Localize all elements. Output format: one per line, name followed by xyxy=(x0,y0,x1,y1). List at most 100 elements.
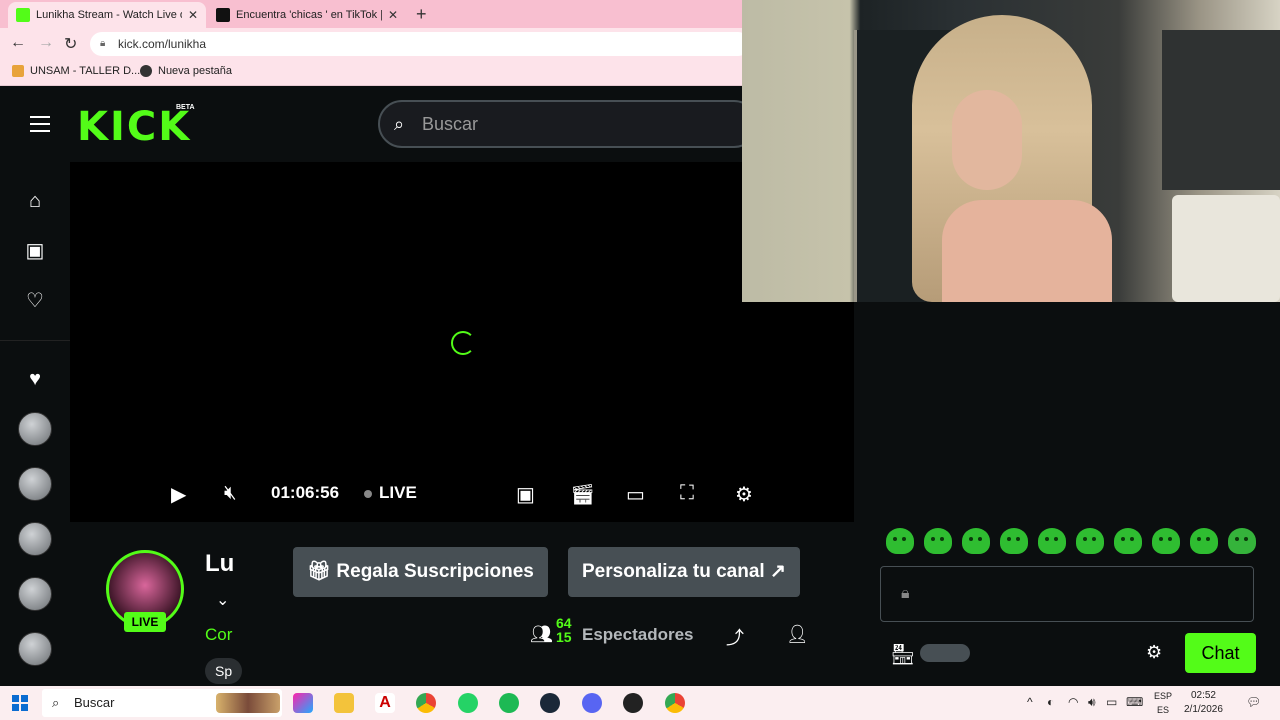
emote-icon[interactable] xyxy=(886,528,914,554)
webcam-person-face xyxy=(952,90,1022,190)
video-player[interactable] xyxy=(70,162,854,522)
lang-line: ESP xyxy=(1154,691,1173,701)
file-explorer-icon[interactable] xyxy=(334,693,354,713)
keyboard-icon[interactable]: ⌨ xyxy=(1126,695,1143,709)
chrome-icon[interactable] xyxy=(416,693,436,713)
new-tab-icon[interactable]: + xyxy=(416,4,427,25)
url-field[interactable]: 🔒︎ kick.com/lunikha xyxy=(90,32,750,56)
volume-icon[interactable]: 🔊︎ xyxy=(1088,695,1096,710)
battery-icon[interactable]: ▭ xyxy=(1106,695,1117,709)
emote-icon[interactable] xyxy=(1190,528,1218,554)
notifications-icon[interactable]: 💬︎ xyxy=(1246,695,1261,709)
close-tab-icon[interactable]: ✕ xyxy=(188,8,198,22)
gift-icon: 🎁︎ xyxy=(307,561,337,582)
channel-name[interactable]: Lu xyxy=(205,550,234,578)
followed-channel-avatar[interactable] xyxy=(18,577,52,611)
emote-icon[interactable] xyxy=(1076,528,1104,554)
address-bar-row: ← → ↻ 🔒︎ kick.com/lunikha xyxy=(0,28,750,60)
globe-icon xyxy=(140,65,152,77)
bookmark-favicon-icon xyxy=(12,65,24,77)
emote-icon[interactable] xyxy=(1000,528,1028,554)
stream-tag[interactable]: Sp xyxy=(205,658,243,684)
sidebar-divider xyxy=(0,340,70,341)
live-label: LIVE xyxy=(379,483,417,502)
emote-icon[interactable] xyxy=(924,528,952,554)
player-controls: ▶ 🔇︎ 01:06:56 LIVE ▣ 🎬︎ ▭ ⛶ ⚙ xyxy=(70,474,854,516)
following-heart-icon[interactable]: ♡ xyxy=(22,288,48,314)
chat-input[interactable]: 🔒︎ xyxy=(880,566,1254,622)
spotify-icon[interactable] xyxy=(499,693,519,713)
clock-time: 02:52 xyxy=(1190,690,1216,701)
followed-channel-avatar[interactable] xyxy=(18,632,52,666)
reload-icon[interactable]: ↻ xyxy=(64,34,77,54)
followed-channel-avatar[interactable] xyxy=(18,412,52,446)
emote-icon[interactable] xyxy=(962,528,990,554)
discord-icon[interactable] xyxy=(582,693,602,713)
gift-subscriptions-button[interactable]: 🎁︎ Regala Suscripciones xyxy=(293,547,548,597)
wifi-icon[interactable]: ◠ xyxy=(1068,695,1078,709)
category-link[interactable]: Cor xyxy=(205,625,232,645)
forward-icon[interactable]: → xyxy=(38,34,54,52)
tray-chevron-icon[interactable]: ^ xyxy=(1027,695,1033,709)
whatsapp-icon[interactable] xyxy=(458,693,478,713)
chevron-down-icon[interactable]: ⌄ xyxy=(216,590,229,610)
clock-date: 2/1/2026 xyxy=(1184,704,1223,715)
play-icon[interactable]: ▶ xyxy=(171,482,186,507)
search-input[interactable]: ⌕ Buscar xyxy=(378,100,758,148)
webcam-person-body xyxy=(942,200,1112,302)
emote-bar xyxy=(886,528,1256,554)
theater-mode-icon[interactable]: ▭ xyxy=(626,482,645,507)
search-icon: ⌕ xyxy=(394,114,405,134)
tab-kick[interactable]: Lunikha Stream - Watch Live on K ✕ xyxy=(8,2,206,28)
search-icon: ⌕ xyxy=(52,695,60,710)
tray-app-icon[interactable]: ◐ xyxy=(1047,695,1054,709)
external-link-icon: ↗ xyxy=(764,561,786,582)
back-icon[interactable]: ← xyxy=(10,34,26,52)
follow-user-icon[interactable]: 👤︎ xyxy=(786,624,809,645)
windows-start-icon[interactable] xyxy=(12,695,28,711)
mini-player-icon[interactable]: ▣ xyxy=(516,482,535,507)
followed-heart-icon: ♥ xyxy=(29,368,41,390)
viewer-count: 64 15 xyxy=(556,615,572,645)
beta-label: BETA xyxy=(176,104,195,111)
followed-channel-avatar[interactable] xyxy=(18,467,52,501)
fullscreen-icon[interactable]: ⛶ xyxy=(680,482,694,505)
chrome-active-icon[interactable] xyxy=(665,693,685,713)
share-icon[interactable]: ⤴ xyxy=(726,624,744,650)
app-icon[interactable] xyxy=(623,693,643,713)
tab-title: Lunikha Stream - Watch Live on K xyxy=(36,9,182,21)
bookmark-new-tab[interactable]: Nueva pestaña xyxy=(140,65,232,77)
browse-icon[interactable]: ▣ xyxy=(22,238,48,264)
emote-icon[interactable] xyxy=(1114,528,1142,554)
settings-icon[interactable]: ⚙ xyxy=(735,482,753,507)
points-pill[interactable] xyxy=(920,644,970,662)
input-language[interactable]: ESP ES xyxy=(1154,689,1172,717)
webcam-background xyxy=(1162,30,1280,190)
kick-logo[interactable]: KICK xyxy=(77,104,191,150)
emote-icon[interactable] xyxy=(1152,528,1180,554)
bookmarks-bar: UNSAM - TALLER D... Nueva pestaña xyxy=(0,60,742,86)
tab-title: Encuentra 'chicas ' en TikTok | Bu xyxy=(236,9,382,21)
chat-send-button[interactable]: Chat xyxy=(1185,633,1256,673)
emote-icon[interactable] xyxy=(1228,528,1256,554)
bookmark-unsam[interactable]: UNSAM - TALLER D... xyxy=(12,65,140,77)
clip-icon[interactable]: 🎬︎ xyxy=(570,482,595,507)
close-tab-icon[interactable]: ✕ xyxy=(388,8,398,22)
loading-spinner-icon xyxy=(451,331,475,355)
steam-icon[interactable] xyxy=(540,693,560,713)
home-icon[interactable]: ⌂ xyxy=(22,188,48,214)
hamburger-menu-icon[interactable] xyxy=(30,116,50,137)
customize-channel-button[interactable]: Personaliza tu canal ↗ xyxy=(568,547,800,597)
mute-icon[interactable]: 🔇︎ xyxy=(224,482,237,505)
chat-settings-icon[interactable]: ⚙ xyxy=(1146,642,1162,663)
url-text: kick.com/lunikha xyxy=(118,37,207,51)
emote-icon[interactable] xyxy=(1038,528,1066,554)
tab-tiktok[interactable]: Encuentra 'chicas ' en TikTok | Bu ✕ xyxy=(208,2,406,28)
acrobat-icon[interactable]: A xyxy=(375,693,395,713)
copilot-icon[interactable] xyxy=(293,693,313,713)
store-icon[interactable]: 🏪︎ xyxy=(890,642,915,667)
system-clock[interactable]: 02:52 2/1/2026 xyxy=(1184,689,1223,717)
stream-time: 01:06:56 xyxy=(271,483,340,502)
followed-channel-avatar[interactable] xyxy=(18,522,52,556)
customize-button-label: Personaliza tu canal xyxy=(582,561,765,582)
